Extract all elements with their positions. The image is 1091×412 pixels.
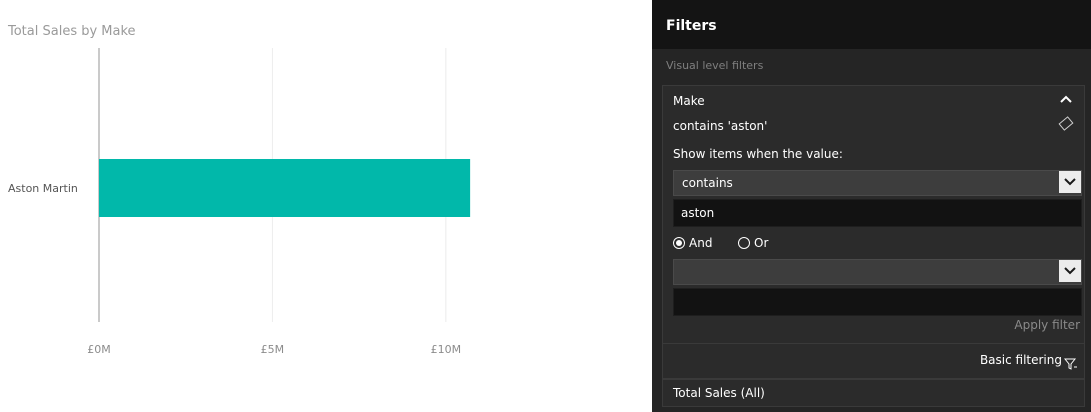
filters-header: Filters bbox=[652, 0, 1091, 49]
make-filter-card: Make contains 'aston' Show items when th… bbox=[662, 85, 1085, 379]
basic-filtering-link[interactable]: Basic filtering bbox=[980, 353, 1062, 367]
condition1-value: contains bbox=[682, 176, 733, 190]
total-sales-filter-title: Total Sales (All) bbox=[673, 386, 765, 400]
condition1-dropdown[interactable]: contains bbox=[673, 170, 1082, 196]
condition1-text: aston bbox=[681, 206, 715, 220]
visual-level-filters-label: Visual level filters bbox=[666, 59, 764, 72]
filters-title: Filters bbox=[666, 18, 717, 34]
x-tick-label: £10M bbox=[431, 343, 462, 356]
x-tick-label: £0M bbox=[87, 343, 111, 356]
bar-chart: Total Sales by Make £0M £5M £10M Aston Mart… bbox=[0, 0, 520, 412]
filter-instruction: Show items when the value: bbox=[673, 147, 843, 161]
and-radio[interactable]: And bbox=[673, 236, 712, 250]
total-sales-filter-card[interactable]: Total Sales (All) bbox=[662, 379, 1085, 407]
divider bbox=[663, 343, 1084, 344]
condition2-dropdown[interactable] bbox=[673, 259, 1082, 285]
and-label: And bbox=[689, 236, 713, 250]
condition2-text-input[interactable] bbox=[673, 288, 1082, 316]
filter-summary: contains 'aston' bbox=[673, 119, 768, 133]
funnel-icon[interactable] bbox=[1063, 355, 1078, 374]
apply-filter-button[interactable]: Apply filter bbox=[1014, 318, 1080, 332]
condition1-text-input[interactable]: aston bbox=[673, 199, 1082, 227]
bar bbox=[99, 159, 471, 217]
chevron-down-icon[interactable] bbox=[1059, 171, 1081, 193]
chevron-up-icon[interactable] bbox=[1060, 92, 1072, 106]
chart-canvas: £0M £5M £10M Aston Martin bbox=[8, 48, 471, 356]
make-filter-title[interactable]: Make bbox=[673, 94, 705, 108]
or-radio[interactable]: Or bbox=[738, 236, 768, 250]
eraser-icon[interactable] bbox=[1058, 116, 1074, 131]
filters-pane: Filters Visual level filters Make contai… bbox=[652, 0, 1091, 412]
or-label: Or bbox=[754, 236, 769, 250]
x-tick-label: £5M bbox=[261, 343, 285, 356]
category-label: Aston Martin bbox=[8, 182, 78, 195]
radio-unselected-icon bbox=[738, 237, 750, 249]
chevron-down-icon[interactable] bbox=[1059, 260, 1081, 282]
radio-selected-icon bbox=[673, 237, 685, 249]
